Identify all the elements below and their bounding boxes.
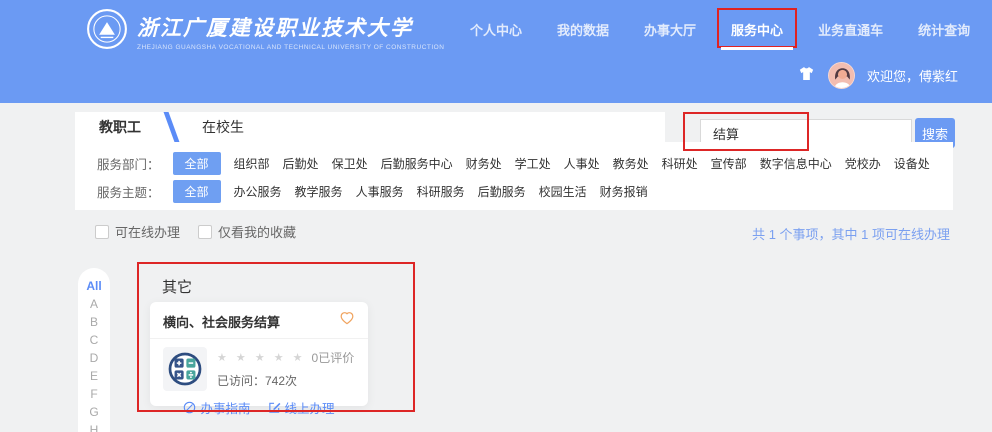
filter-option[interactable]: 后勤服务 xyxy=(478,183,526,200)
service-card-title: 横向、社会服务结算 xyxy=(163,312,280,331)
main-nav: 个人中心 我的数据 办事大厅 服务中心 业务直通车 统计查询 xyxy=(468,12,972,47)
card-actions: 办事指南 线上办理 xyxy=(150,391,368,417)
filter-option-selected[interactable]: 全部 xyxy=(173,180,221,203)
section-title-other: 其它 xyxy=(162,276,192,297)
edit-square-icon xyxy=(268,401,281,414)
checkbox-icon[interactable] xyxy=(198,225,212,239)
filter-option[interactable]: 财务处 xyxy=(466,155,502,172)
alphabet-index: All A B C D E F G H I xyxy=(78,268,110,432)
filter-option[interactable]: 校园生活 xyxy=(539,183,587,200)
alphabet-item[interactable]: E xyxy=(78,367,110,385)
filter-panel: 服务部门： 全部 组织部 后勤处 保卫处 后勤服务中心 财务处 学工处 人事处 … xyxy=(75,142,953,210)
tab-students[interactable]: 在校生 xyxy=(178,117,268,137)
nav-item-my-data[interactable]: 我的数据 xyxy=(555,12,611,47)
filter-option[interactable]: 宣传部 xyxy=(711,155,747,172)
filter-option[interactable]: 数字信息中心 xyxy=(760,155,832,172)
alphabet-item[interactable]: G xyxy=(78,403,110,421)
visit-count: 已访问：742次 xyxy=(217,372,354,389)
filter-option[interactable]: 设备处 xyxy=(894,155,930,172)
favorite-heart-icon[interactable] xyxy=(339,311,355,331)
user-area: 欢迎您，傅紫红 xyxy=(797,62,958,89)
favorites-filter-label: 仅看我的收藏 xyxy=(218,222,296,241)
filter-option[interactable]: 人事服务 xyxy=(356,183,404,200)
alphabet-item[interactable]: C xyxy=(78,331,110,349)
filter-option[interactable]: 教务处 xyxy=(613,155,649,172)
filter-option-selected[interactable]: 全部 xyxy=(173,152,221,175)
filter-label-topic: 服务主题： xyxy=(97,182,160,201)
university-logo: 浙江广厦建设职业技术大学 ZHEJIANG GUANGSHA VOCATIONA… xyxy=(86,8,444,55)
alphabet-item-all[interactable]: All xyxy=(78,277,110,295)
filter-label-department: 服务部门： xyxy=(97,154,160,173)
theme-shirt-icon[interactable] xyxy=(797,64,816,88)
annotation-box-nav xyxy=(717,8,797,48)
active-nav-underline xyxy=(721,47,793,50)
user-avatar[interactable] xyxy=(828,62,855,89)
compass-guide-icon xyxy=(183,401,196,414)
audience-tabs: 教职工 在校生 xyxy=(75,112,665,142)
filter-row-topic: 服务主题： 全部 办公服务 教学服务 人事服务 科研服务 后勤服务 校园生活 财… xyxy=(97,177,953,205)
alphabet-item[interactable]: B xyxy=(78,313,110,331)
nav-item-service-center[interactable]: 服务中心 xyxy=(729,12,785,47)
online-handle-link[interactable]: 线上办理 xyxy=(268,398,335,417)
nav-item-service-hall[interactable]: 办事大厅 xyxy=(642,12,698,47)
list-toolbar: 可在线办理 仅看我的收藏 xyxy=(95,222,296,241)
filter-row-department: 服务部门： 全部 组织部 后勤处 保卫处 后勤服务中心 财务处 学工处 人事处 … xyxy=(97,149,953,177)
filter-option[interactable]: 学工处 xyxy=(515,155,551,172)
university-emblem-icon xyxy=(86,8,128,55)
filter-option[interactable]: 后勤处 xyxy=(283,155,319,172)
card-header: 横向、社会服务结算 xyxy=(150,302,368,339)
favorites-filter-toggle[interactable]: 仅看我的收藏 xyxy=(198,222,296,241)
alphabet-item[interactable]: F xyxy=(78,385,110,403)
online-filter-toggle[interactable]: 可在线办理 xyxy=(95,222,180,241)
card-stats: ★ ★ ★ ★ ★ 0已评价 已访问：742次 xyxy=(217,347,354,391)
header: 浙江广厦建设职业技术大学 ZHEJIANG GUANGSHA VOCATIONA… xyxy=(0,0,992,103)
guide-link[interactable]: 办事指南 xyxy=(183,398,250,417)
rating-row: ★ ★ ★ ★ ★ 0已评价 xyxy=(217,349,354,366)
filter-option[interactable]: 组织部 xyxy=(234,155,270,172)
nav-item-personal-center[interactable]: 个人中心 xyxy=(468,12,524,47)
filter-option[interactable]: 人事处 xyxy=(564,155,600,172)
online-filter-label: 可在线办理 xyxy=(115,222,180,241)
university-name: 浙江广厦建设职业技术大学 xyxy=(137,12,444,42)
filter-option[interactable]: 科研服务 xyxy=(417,183,465,200)
result-summary: 共 1 个事项，其中 1 项可在线办理 xyxy=(752,224,950,243)
filter-option[interactable]: 科研处 xyxy=(662,155,698,172)
filter-option[interactable]: 保卫处 xyxy=(332,155,368,172)
alphabet-item[interactable]: A xyxy=(78,295,110,313)
card-body: ★ ★ ★ ★ ★ 0已评价 已访问：742次 xyxy=(150,339,368,391)
rating-count: 0已评价 xyxy=(312,349,355,366)
filter-option[interactable]: 后勤服务中心 xyxy=(381,155,453,172)
alphabet-item[interactable]: D xyxy=(78,349,110,367)
nav-item-business-express[interactable]: 业务直通车 xyxy=(816,12,885,47)
nav-item-statistics-query[interactable]: 统计查询 xyxy=(916,12,972,47)
calculator-icon xyxy=(163,347,207,391)
welcome-text: 欢迎您，傅紫红 xyxy=(867,66,958,85)
tab-staff[interactable]: 教职工 xyxy=(75,117,165,137)
filter-option[interactable]: 办公服务 xyxy=(234,183,282,200)
star-rating-icons: ★ ★ ★ ★ ★ xyxy=(217,351,306,364)
filter-option[interactable]: 财务报销 xyxy=(600,183,648,200)
service-card[interactable]: 横向、社会服务结算 xyxy=(150,302,368,406)
filter-option[interactable]: 党校办 xyxy=(845,155,881,172)
university-name-en: ZHEJIANG GUANGSHA VOCATIONAL AND TECHNIC… xyxy=(137,44,444,51)
alphabet-item[interactable]: H xyxy=(78,421,110,432)
service-center-page: 浙江广厦建设职业技术大学 ZHEJIANG GUANGSHA VOCATIONA… xyxy=(0,0,992,432)
filter-option[interactable]: 教学服务 xyxy=(295,183,343,200)
checkbox-icon[interactable] xyxy=(95,225,109,239)
